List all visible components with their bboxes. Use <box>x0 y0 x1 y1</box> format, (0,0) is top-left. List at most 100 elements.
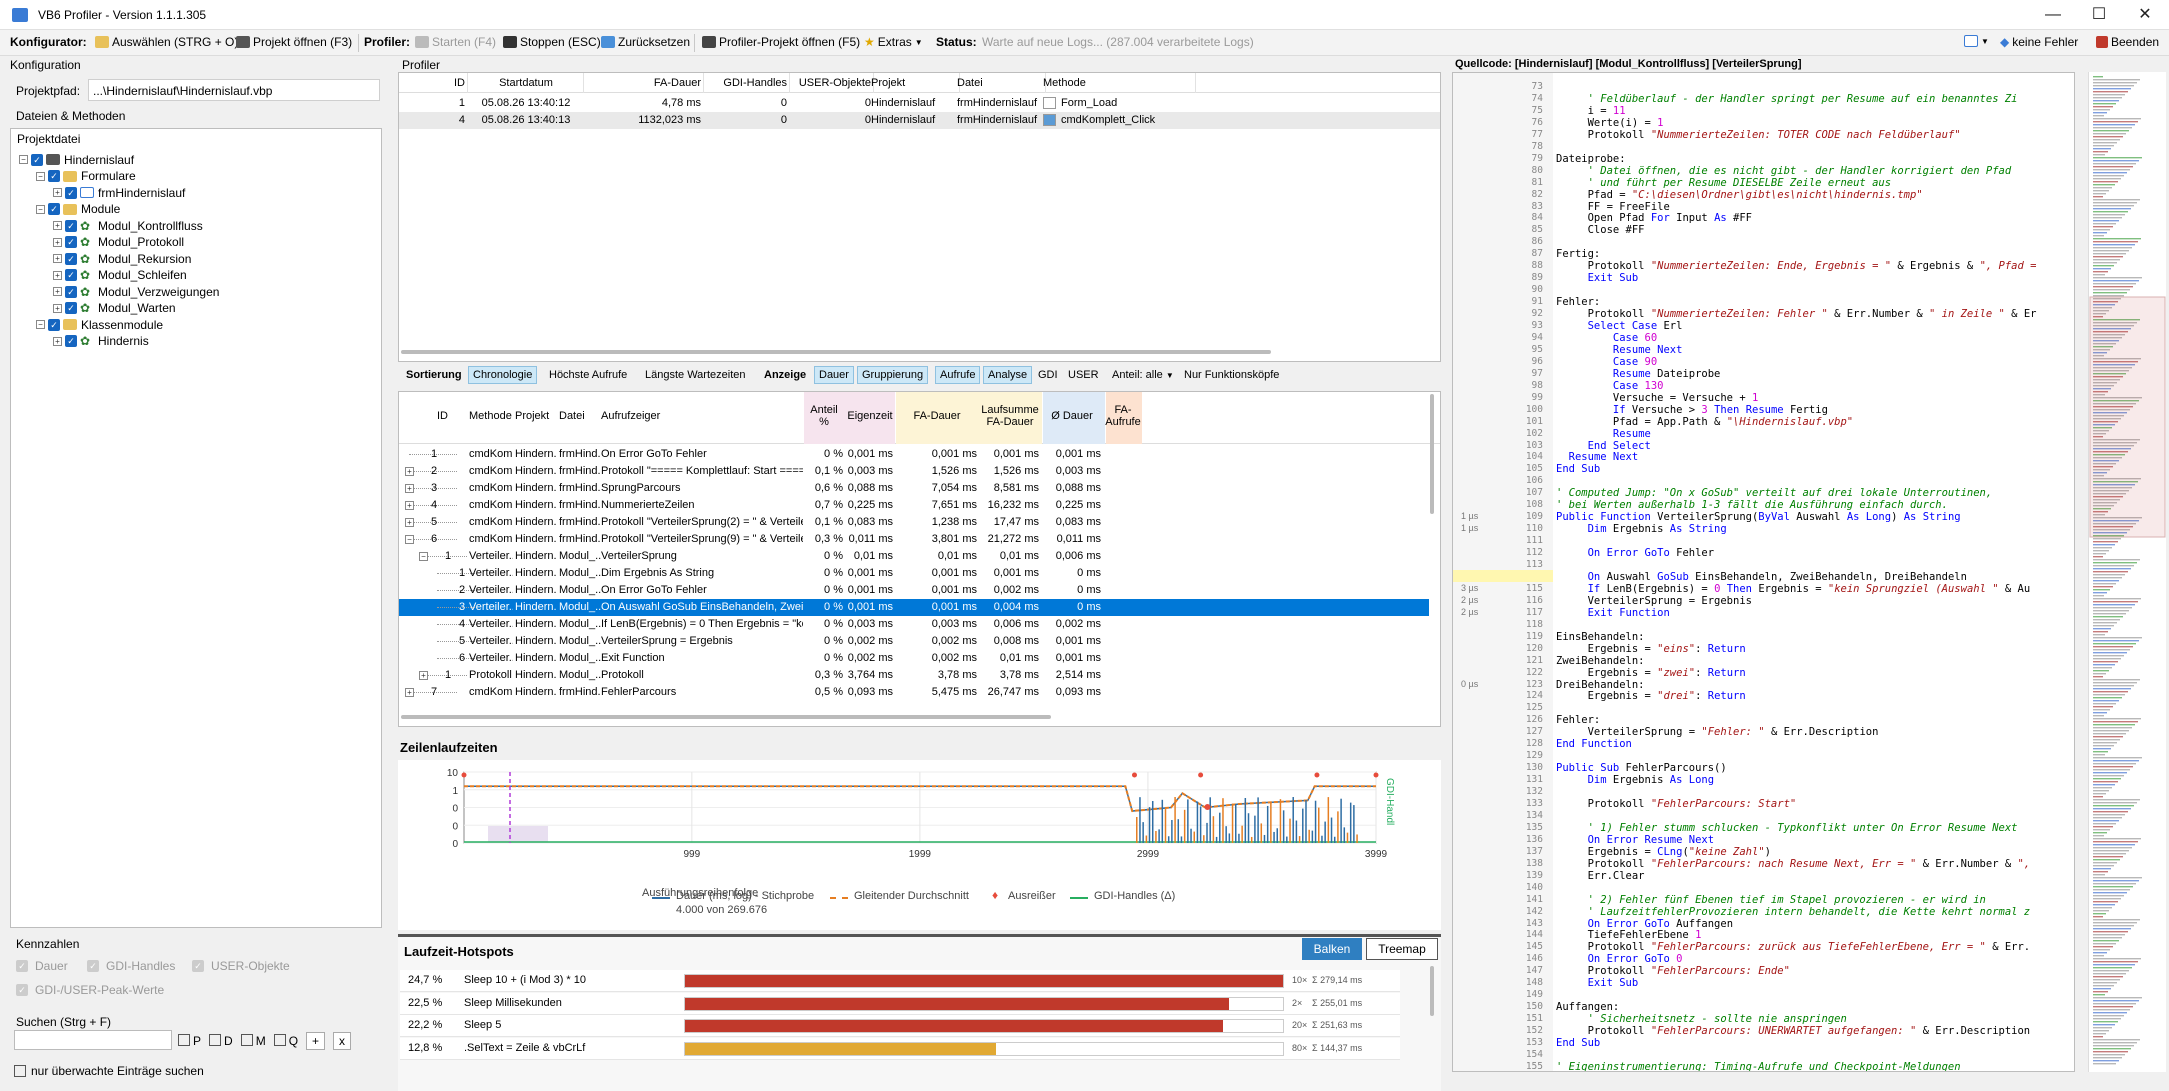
column-header[interactable]: Datei <box>957 77 1043 89</box>
search-add-button[interactable]: + <box>306 1032 326 1050</box>
hotspot-row[interactable]: 22,5 % Sleep Millisekunden 2× Σ 255,01 ms <box>400 992 1400 1015</box>
expand-icon[interactable]: + <box>405 501 414 510</box>
column-header[interactable]: Methode <box>469 410 513 422</box>
expand-icon[interactable]: + <box>405 484 414 493</box>
hotspot-row[interactable]: 24,7 % Sleep 10 + (i Mod 3) * 10 10× Σ 279,… <box>400 970 1400 992</box>
expand-icon[interactable]: + <box>53 237 62 247</box>
tree-item[interactable]: + ✓ ✿ Modul_Verzweigungen <box>53 283 219 300</box>
file-tree[interactable]: Projektdatei − ✓ Hindernislauf − ✓ Formulare +… <box>10 128 382 928</box>
analyse-button[interactable]: Analyse <box>983 366 1033 384</box>
column-header[interactable]: USER-Objekte <box>787 77 871 89</box>
gruppierung-button[interactable]: Gruppierung <box>857 366 929 384</box>
collapse-icon[interactable]: − <box>19 155 28 164</box>
column-header[interactable]: GDI-Handles <box>701 77 787 89</box>
checkbox-icon[interactable]: ✓ <box>65 335 77 347</box>
kennzahl-gdi[interactable]: ✓ GDI-Handles <box>87 959 175 973</box>
close-button[interactable]: ✕ <box>2122 0 2168 30</box>
table-row[interactable]: 1 cmdKom...Hindern...frmHind...On Error G… <box>399 446 1429 463</box>
aufrufe-button[interactable]: Aufrufe <box>935 366 981 384</box>
table-row[interactable]: +5 cmdKom...Hindern...frmHind...Protokoll… <box>399 514 1429 531</box>
collapse-icon[interactable]: − <box>405 535 414 544</box>
checkbox-icon[interactable]: ✓ <box>65 269 77 281</box>
tree-item[interactable]: − ✓ Klassenmodule <box>36 316 163 333</box>
expand-icon[interactable]: + <box>53 270 62 280</box>
gdi-button[interactable]: GDI <box>1034 367 1062 383</box>
starten-button[interactable]: Starten (F4) <box>415 35 496 49</box>
table-row[interactable]: 1Verteiler...Hindern...Modul_...Dim Erge… <box>399 565 1429 582</box>
search-input[interactable] <box>14 1030 172 1050</box>
column-header[interactable]: Anteil % <box>805 404 843 428</box>
projektpfad-field[interactable]: ...\Hindernislauf\Hindernislauf.vbp <box>88 79 380 101</box>
tree-item[interactable]: + ✓ ✿ Modul_Rekursion <box>53 250 191 267</box>
checkbox-icon[interactable]: ✓ <box>65 285 77 298</box>
maximize-button[interactable]: ☐ <box>2076 0 2122 30</box>
expand-icon[interactable]: + <box>405 688 414 697</box>
vscrollbar[interactable] <box>1430 966 1434 1016</box>
kennzahl-dauer[interactable]: ✓ Dauer <box>16 959 68 973</box>
stoppen-button[interactable]: Stoppen (ESC) <box>503 35 601 49</box>
table-row[interactable]: 1 05.08.26 13:40:12 4,78 ms 0 0 Hindernislauf… <box>399 95 1440 112</box>
checkbox-icon[interactable]: ✓ <box>31 153 43 166</box>
expand-icon[interactable]: + <box>53 287 62 296</box>
nur-funktionskoepfe-button[interactable]: Nur Funktionsköpfe <box>1180 367 1283 383</box>
expand-icon[interactable]: + <box>53 188 62 197</box>
auswaehlen-button[interactable]: Auswählen (STRG + O) <box>95 35 238 49</box>
profiler-table[interactable]: ID Startdatum FA-Dauer GDI-Handles USER-Obje… <box>398 72 1441 362</box>
balken-button[interactable]: Balken <box>1302 938 1362 960</box>
tree-item[interactable]: + ✓ ✿ Modul_Schleifen <box>53 267 187 284</box>
checkbox-icon[interactable]: ✓ <box>48 318 60 331</box>
hotspot-row[interactable]: 22,2 % Sleep 5 20× Σ 251,63 ms <box>400 1015 1400 1037</box>
laengste-button[interactable]: Längste Wartezeiten <box>641 367 749 383</box>
checkbox-icon[interactable]: ✓ <box>65 302 77 314</box>
column-header[interactable]: Startdatum <box>471 77 581 89</box>
table-row[interactable]: +1ProtokollHindern...Modul_...Protokoll0… <box>399 667 1429 684</box>
hscrollbar[interactable] <box>401 350 1271 354</box>
column-header[interactable]: ID <box>437 410 461 422</box>
column-header[interactable]: Methode <box>1043 77 1193 89</box>
tree-item[interactable]: − ✓ Module <box>36 201 120 218</box>
projekt-oeffnen-button[interactable]: Projekt öffnen (F3) <box>236 35 352 49</box>
table-row[interactable]: +3 cmdKom...Hindern...frmHind...SprungPar… <box>399 480 1429 497</box>
expand-icon[interactable]: + <box>405 518 414 527</box>
tree-item[interactable]: + ✓ ✿ Modul_Kontrollfluss <box>53 217 203 234</box>
opt-m[interactable]: M <box>240 1034 266 1048</box>
kennzahl-user[interactable]: ✓ USER-Objekte <box>192 959 290 973</box>
column-header[interactable]: Aufrufzeiger <box>601 410 803 422</box>
table-row[interactable]: 6Verteiler...Hindern...Modul_...Exit Fun… <box>399 650 1429 667</box>
dauer-button[interactable]: Dauer <box>814 366 854 384</box>
table-row[interactable]: − 1 Verteiler...Hindern...Modul_...Verteil… <box>399 548 1429 565</box>
table-row[interactable]: 4Verteiler...Hindern...Modul_...If LenB(… <box>399 616 1429 633</box>
tree-item[interactable]: − ✓ Hindernislauf <box>19 151 134 168</box>
vscrollbar[interactable] <box>1430 394 1434 514</box>
checkbox-icon[interactable]: ✓ <box>65 252 77 265</box>
column-header[interactable]: FA-Aufrufe <box>1105 404 1141 428</box>
checkbox-icon[interactable]: ✓ <box>65 236 77 248</box>
zeilen-chart[interactable]: 10 1 0 0 0 999 1999 2999 3999 Ausführungsreihenf… <box>398 760 1441 930</box>
column-header[interactable]: FA-Dauer <box>897 410 977 422</box>
table-row[interactable]: 3Verteiler...Hindern...Modul_...On Auswa… <box>399 599 1429 616</box>
call-tree-table[interactable]: ID Methode Projekt Datei Aufrufzeiger Anteil … <box>398 391 1441 727</box>
tree-item[interactable]: + ✓ frmHindernislauf <box>53 184 185 201</box>
anteil-dropdown[interactable]: Anteil: alle ▼ <box>1108 367 1178 383</box>
expand-icon[interactable]: + <box>53 336 62 346</box>
hotspot-row[interactable]: 12,8 % .SelText = Zeile & vbCrLf 80× Σ 144,… <box>400 1037 1400 1060</box>
layout-toggle[interactable]: ▼ <box>1964 35 1989 47</box>
table-row[interactable]: +7 cmdKom...Hindern...frmHind...FehlerPar… <box>399 684 1429 701</box>
column-header[interactable]: Datei <box>559 410 601 422</box>
checkbox-icon[interactable]: ✓ <box>65 186 77 199</box>
opt-d[interactable]: D <box>209 1034 233 1048</box>
opt-q[interactable]: Q <box>273 1034 298 1048</box>
collapse-icon[interactable]: − <box>36 204 45 214</box>
table-row[interactable]: +4 cmdKom...Hindern...frmHind...Nummerier… <box>399 497 1429 514</box>
kennzahl-peak[interactable]: ✓ GDI-/USER-Peak-Werte <box>16 983 164 997</box>
column-header[interactable]: Eigenzeit <box>847 410 893 422</box>
table-row[interactable]: − 6 cmdKom...Hindern...frmHind...Protokoll… <box>399 531 1429 548</box>
collapse-icon[interactable]: − <box>36 320 45 329</box>
column-header[interactable]: FA-Dauer <box>581 77 701 89</box>
table-row[interactable]: 5Verteiler...Hindern...Modul_...Verteile… <box>399 633 1429 650</box>
treemap-button[interactable]: Treemap <box>1366 938 1438 960</box>
opt-p[interactable]: P <box>178 1034 201 1048</box>
table-row[interactable]: 4 05.08.26 13:40:13 1132,023 ms 0 0 Hindernis… <box>399 112 1440 129</box>
extras-menu[interactable]: ★ Extras ▼ <box>864 35 923 49</box>
expand-icon[interactable]: + <box>53 254 62 263</box>
